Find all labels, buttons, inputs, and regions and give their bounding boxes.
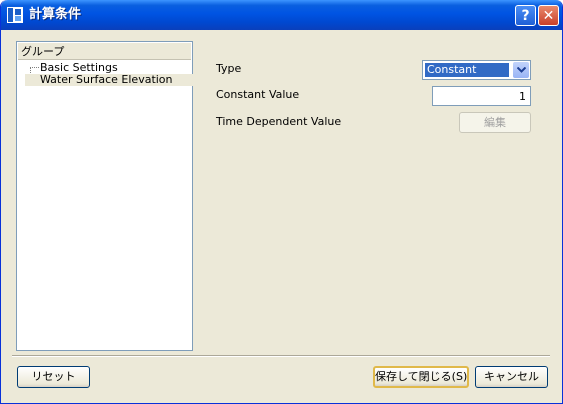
- time-dependent-label: Time Dependent Value: [216, 115, 342, 128]
- type-selected-value: Constant: [425, 63, 509, 77]
- constant-value-label: Constant Value: [216, 88, 300, 101]
- cancel-button[interactable]: キャンセル: [475, 366, 548, 388]
- dialog-body: グループ Basic Settings Water Surface Elevat…: [4, 30, 559, 401]
- help-icon: ?: [521, 7, 530, 24]
- chevron-down-icon[interactable]: [513, 62, 529, 78]
- close-button[interactable]: ✕: [538, 5, 559, 26]
- type-select[interactable]: Constant: [422, 60, 531, 80]
- tree-item-water-surface-elevation[interactable]: Water Surface Elevation: [25, 74, 193, 86]
- dialog-window: 計算条件 ? ✕ グループ Basic Settings Water Surfa…: [0, 0, 563, 404]
- save-close-button[interactable]: 保存して閉じる(S): [373, 366, 469, 388]
- edit-button: 編集: [459, 112, 531, 133]
- help-button[interactable]: ?: [515, 5, 536, 26]
- tree-header: グループ: [18, 43, 191, 60]
- constant-value-input[interactable]: [432, 86, 531, 106]
- title-bar[interactable]: 計算条件 ? ✕: [1, 0, 562, 30]
- window-title: 計算条件: [29, 7, 82, 22]
- footer-separator: [12, 355, 550, 357]
- close-icon: ✕: [542, 7, 555, 24]
- group-tree[interactable]: グループ Basic Settings Water Surface Elevat…: [16, 41, 193, 351]
- type-label: Type: [216, 62, 242, 75]
- app-icon: [7, 7, 23, 23]
- reset-button[interactable]: リセット: [17, 366, 90, 388]
